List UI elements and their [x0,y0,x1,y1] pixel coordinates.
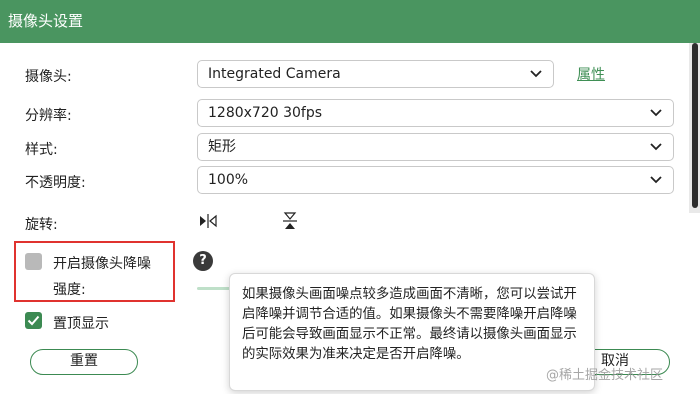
chevron-down-icon [530,70,542,78]
denoise-checkbox[interactable] [25,253,42,270]
resolution-select[interactable]: 1280x720 30fps [197,99,674,127]
chevron-down-icon [650,109,662,117]
opacity-select[interactable]: 100% [197,166,674,194]
camera-select-value: Integrated Camera [208,66,341,82]
tooltip-text: 如果摄像头画面噪点较多造成画面不清晰，您可以尝试开启降噪并调节合适的值。如果摄像… [242,287,577,362]
resolution-select-value: 1280x720 30fps [208,105,323,121]
always-on-top-label: 置顶显示 [53,316,109,332]
help-icon[interactable]: ? [193,251,213,271]
scrollbar-thumb[interactable] [692,43,698,208]
watermark: @稀土掘金技术社区 [546,368,664,383]
flip-horizontal-icon[interactable] [197,210,219,232]
denoise-strength-label: 强度: [53,282,86,298]
checkmark-icon [27,315,40,326]
camera-properties-link[interactable]: 属性 [577,64,605,84]
chevron-down-icon [650,143,662,151]
resolution-label: 分辨率: [25,108,72,124]
window-title: 摄像头设置 [0,0,700,43]
chevron-down-icon [650,176,662,184]
denoise-tooltip: 如果摄像头画面噪点较多造成画面不清晰，您可以尝试开启降噪并调节合适的值。如果摄像… [229,273,595,391]
reset-button[interactable]: 重置 [30,349,138,375]
denoise-label: 开启摄像头降噪 [53,256,151,272]
style-select[interactable]: 矩形 [197,133,674,161]
always-on-top-checkbox[interactable] [25,312,42,329]
opacity-select-value: 100% [208,172,249,188]
style-select-value: 矩形 [208,139,236,155]
camera-select[interactable]: Integrated Camera [197,60,554,88]
style-label: 样式: [25,142,58,158]
flip-vertical-icon[interactable] [279,210,301,232]
rotation-label: 旋转: [25,217,58,233]
opacity-label: 不透明度: [25,175,86,191]
camera-label: 摄像头: [25,69,72,85]
